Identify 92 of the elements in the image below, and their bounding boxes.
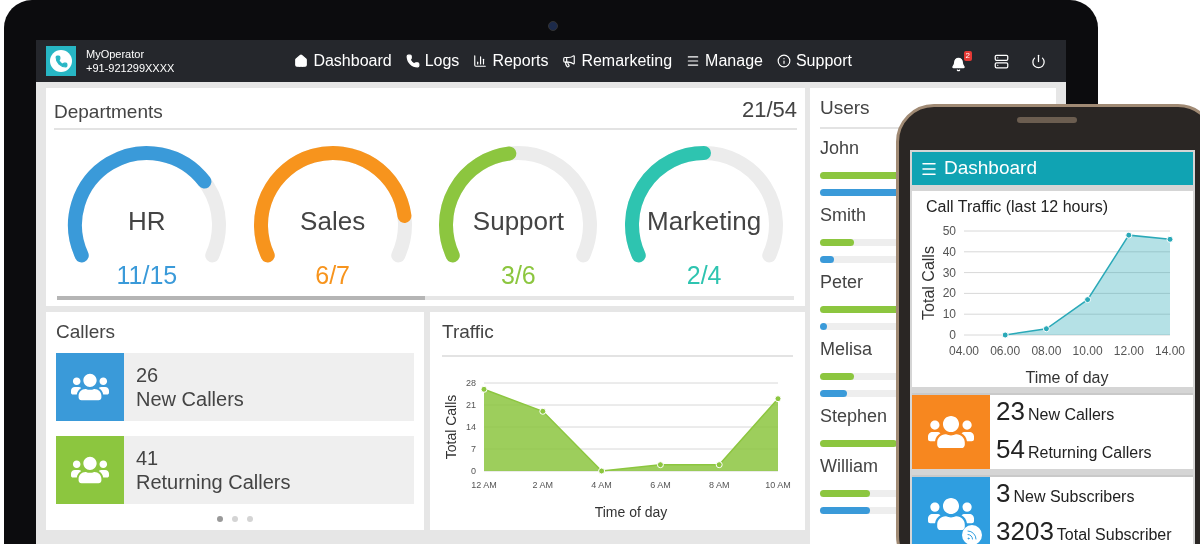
y-tick-label: 28	[466, 377, 476, 388]
x-tick-label: 4 AM	[591, 479, 612, 490]
user-name: Melisa	[820, 337, 872, 361]
data-point	[715, 460, 723, 468]
gauge-value: 2/4	[686, 261, 722, 289]
gauge-label: HR	[128, 206, 166, 236]
gauge-value: 11/15	[116, 261, 178, 289]
power-icon[interactable]	[1031, 53, 1046, 69]
megaphone-icon	[562, 54, 577, 68]
panel-title: Departments	[54, 99, 163, 124]
nav-link[interactable]: Logs	[405, 49, 460, 73]
stat-number: 54	[996, 433, 1025, 466]
y-tick-label: 21	[466, 399, 476, 410]
caller-label: New Callers	[136, 386, 244, 411]
gauge-label: Marketing	[647, 206, 762, 236]
data-point	[598, 467, 606, 474]
y-axis-title: Total Calls	[443, 394, 459, 459]
data-point	[1001, 331, 1009, 339]
bar-chart-icon	[473, 54, 488, 68]
gauge-value: 3/6	[501, 261, 536, 289]
nav-link[interactable]: Manage	[686, 49, 763, 73]
x-tick-label: 6 AM	[650, 479, 671, 490]
menu-icon	[686, 54, 701, 68]
y-tick-label: 40	[942, 244, 956, 259]
stat-number: 3	[996, 477, 1011, 510]
nav-link[interactable]: Dashboard	[294, 49, 392, 73]
stat-label: Total Subscriber	[1056, 525, 1172, 544]
stat-label: Returning Callers	[1027, 443, 1152, 463]
y-tick-label: 20	[942, 286, 956, 301]
user-name: Stephen	[820, 404, 888, 428]
camera-icon	[548, 21, 558, 31]
y-tick-label: 50	[942, 224, 956, 238]
gauge-label: Sales	[300, 206, 366, 236]
x-tick-label: 08.00	[1031, 344, 1062, 358]
stat-number: 3203	[996, 515, 1054, 544]
stat-label: New Callers	[1027, 405, 1115, 425]
x-tick-label: 10.00	[1072, 344, 1103, 358]
stat-label: New Subscribers	[1013, 487, 1135, 507]
y-tick-label: 0	[949, 328, 956, 342]
gauge-label: Support	[472, 206, 564, 236]
user-name: Peter	[820, 270, 864, 294]
user-name: John	[820, 136, 860, 160]
scrollbar[interactable]	[57, 296, 794, 300]
data-point	[774, 394, 782, 402]
x-tick-label: 12.00	[1113, 344, 1144, 358]
caller-count: 26	[136, 362, 160, 387]
data-point	[656, 460, 664, 468]
y-tick-label: 30	[942, 265, 956, 280]
x-axis-title: Time of day	[594, 503, 668, 520]
y-tick-label: 0	[471, 465, 476, 476]
user-name: Smith	[820, 203, 866, 227]
phone-title: Dashboard	[944, 156, 1037, 181]
caller-label: Returning Callers	[136, 469, 291, 494]
y-tick-label: 10	[942, 307, 956, 322]
x-tick-label: 04.00	[949, 344, 979, 358]
x-axis-title: Time of day	[1025, 369, 1109, 386]
y-tick-label: 14	[466, 421, 476, 432]
panel-title: Callers	[56, 320, 117, 344]
data-point	[1084, 296, 1092, 304]
y-tick-label: 7	[471, 443, 476, 454]
x-tick-label: 8 AM	[708, 479, 730, 490]
phone-icon	[405, 54, 420, 68]
logo-icon	[46, 46, 76, 76]
home-icon	[294, 54, 309, 68]
department-count: 21/54	[741, 96, 797, 124]
stat-number: 23	[996, 395, 1025, 428]
x-tick-label: 2 AM	[532, 479, 554, 490]
y-axis-title: Total Calls	[920, 246, 937, 320]
chart-title: Call Traffic (last 12 hours)	[926, 197, 1109, 217]
account-name: MyOperator	[86, 47, 146, 61]
data-point	[1042, 325, 1050, 333]
x-tick-label: 06.00	[990, 344, 1021, 358]
x-tick-label: 10 AM	[765, 479, 791, 490]
data-point	[1166, 235, 1174, 243]
gauge-value: 6/7	[315, 261, 350, 289]
data-point	[539, 407, 547, 415]
data-point	[480, 385, 488, 393]
x-tick-label: 12 AM	[471, 479, 497, 490]
caller-count: 41	[136, 445, 160, 470]
server-icon[interactable]	[994, 53, 1009, 69]
speaker-grill	[1017, 117, 1077, 123]
info-icon	[776, 54, 791, 68]
notification-badge: 2	[963, 50, 972, 61]
nav-link[interactable]: Support	[776, 49, 852, 73]
x-tick-label: 14.00	[1155, 344, 1185, 358]
account-phone: +91-921299XXXX	[86, 61, 175, 75]
nav-link[interactable]: Reports	[473, 49, 549, 73]
user-name: William	[820, 454, 878, 478]
nav-link[interactable]: Remarketing	[562, 49, 673, 73]
panel-title: Traffic	[442, 318, 793, 357]
notifications-button[interactable]: 2	[951, 50, 972, 72]
data-point	[1125, 231, 1133, 239]
